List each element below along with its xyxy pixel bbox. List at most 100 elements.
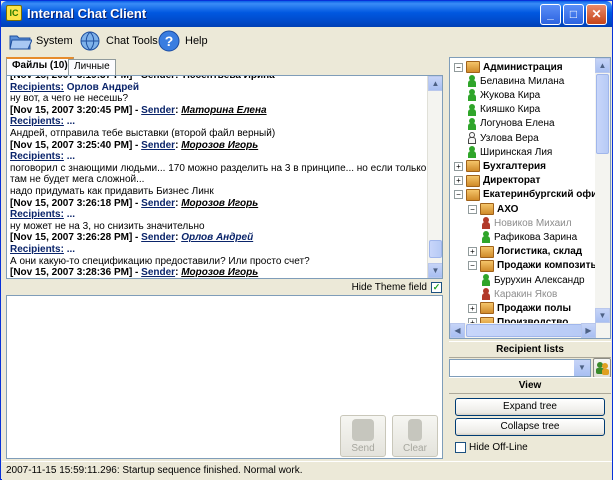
recipient-list-edit-button[interactable] [593, 358, 611, 378]
tree-contact[interactable]: Каракин Яков [482, 287, 557, 301]
help-menu-button[interactable]: ? Help [157, 29, 208, 53]
tree-group[interactable]: − Администрация [454, 60, 563, 74]
tree-contact[interactable]: Новиков Михаил [482, 216, 572, 230]
tab-personal[interactable]: Личные [68, 59, 116, 75]
recipients-value[interactable]: Орлов Андрей [67, 82, 139, 93]
message-time: [Nov 15, 2007 3:20:45 PM] [10, 104, 133, 116]
clear-label: Clear [403, 443, 427, 454]
recipients-label: Recipients: [10, 151, 64, 163]
sender-name-link[interactable]: Морозов Игорь [181, 198, 258, 209]
sender-name-link[interactable]: Орлов Андрей [181, 232, 253, 243]
tree-group[interactable]: − Екатеринбургский офис [454, 188, 603, 202]
tree-group[interactable]: − Продажи композиты [468, 259, 599, 273]
tree-contact[interactable]: Логунова Елена [468, 117, 555, 131]
send-label: Send [351, 443, 375, 454]
contact-name: Белавина Милана [480, 75, 565, 87]
contact-name: Жукова Кира [480, 89, 541, 101]
tree-scroll-up-button[interactable]: ▲ [595, 58, 610, 73]
scroll-down-button[interactable]: ▼ [428, 263, 442, 278]
collapse-icon[interactable]: − [454, 62, 463, 72]
chevron-down-icon[interactable]: ▼ [574, 360, 590, 376]
view-header: View [449, 377, 611, 394]
chat-line: Recipients: ... [10, 244, 430, 256]
minimize-button[interactable]: _ [540, 4, 561, 25]
hide-theme-checkbox[interactable]: ✓ [431, 282, 442, 293]
sender-name-link[interactable]: Морозов Игорь [181, 140, 258, 151]
maximize-button[interactable]: □ [563, 4, 584, 25]
sender-label: Sender [141, 267, 176, 279]
recipients-value[interactable]: ... [67, 116, 75, 127]
user-status-icon [482, 274, 490, 286]
compose-area[interactable]: Send Clear [6, 295, 443, 459]
chat-scrollbar[interactable]: ▲ ▼ [427, 76, 442, 278]
sender-name-link[interactable]: Маторина Елена [181, 105, 266, 116]
collapse-icon[interactable]: − [454, 190, 463, 200]
sender-label: Sender [141, 139, 176, 151]
tree-scrollbar[interactable]: ▲ ▼ [595, 58, 610, 338]
chat-tools-menu-button[interactable]: Chat Tools [78, 29, 158, 53]
user-status-icon [482, 288, 490, 301]
tree-contact[interactable]: Белавина Милана [468, 74, 564, 88]
tree-group[interactable]: + Бухгалтерия [454, 159, 546, 173]
chat-log[interactable]: [Nov 15, 2007 3:19:37 PM] - Sender: Тюсе… [6, 75, 443, 279]
tree-contact[interactable]: Ширинская Лия [468, 145, 552, 159]
tree-contact[interactable]: Кияшко Кира [468, 103, 540, 117]
contact-name: Новиков Михаил [494, 217, 572, 229]
expand-tree-button[interactable]: Expand tree [455, 398, 605, 416]
hide-theme-row: Hide Theme field ✓ [6, 281, 443, 295]
scroll-up-button[interactable]: ▲ [428, 76, 442, 91]
user-status-icon [468, 75, 476, 88]
app-window: IC Internal Chat Client _ □ ✕ System Cha… [0, 0, 613, 480]
title-bar[interactable]: IC Internal Chat Client _ □ ✕ [1, 1, 612, 27]
tree-scroll-down-button[interactable]: ▼ [595, 308, 610, 323]
user-status-icon [468, 132, 476, 144]
tree-contact[interactable]: Бурухин Александр [482, 273, 585, 287]
contacts-tree[interactable]: − Администрация Белавина Милана Жукова Кира… [449, 57, 611, 339]
expand-icon[interactable]: + [454, 176, 463, 186]
tree-group[interactable]: + Продажи полы [468, 301, 571, 315]
message-text: ну вот, а чего не несешь? [10, 93, 129, 105]
collapse-tree-button[interactable]: Collapse tree [455, 418, 605, 436]
sender-name-link[interactable]: Морозов Игорь [181, 267, 258, 278]
message-text: поговорил с знающими людьми... 170 можно… [10, 162, 430, 174]
tree-scroll-left-button[interactable]: ◀ [450, 323, 465, 338]
scroll-thumb[interactable] [429, 240, 442, 258]
chat-line: [Nov 15, 2007 3:20:45 PM] - Sender: Мато… [10, 105, 430, 117]
collapse-icon[interactable]: − [468, 261, 477, 271]
message-separator: - [132, 197, 142, 209]
tree-group[interactable]: − АХО [468, 202, 518, 216]
tree-contact[interactable]: Рафикова Зарина [482, 230, 577, 244]
send-button[interactable]: Send [340, 415, 386, 457]
recipients-label: Recipients: [10, 243, 64, 255]
tree-scroll-right-button[interactable]: ▶ [581, 323, 596, 338]
recipient-list-select[interactable]: ▼ [449, 359, 591, 377]
recipients-value[interactable]: ... [67, 244, 75, 255]
system-menu-button[interactable]: System [8, 29, 73, 53]
contact-name: Рафикова Зарина [494, 231, 578, 243]
clear-button[interactable]: Clear [392, 415, 438, 457]
users-icon [596, 362, 609, 375]
tree-contact[interactable]: Жукова Кира [468, 88, 540, 102]
group-folder-icon [466, 61, 480, 73]
message-time: [Nov 15, 2007 3:25:40 PM] [10, 139, 133, 151]
recipients-value[interactable]: ... [67, 209, 75, 220]
help-icon: ? [157, 30, 181, 52]
expand-icon[interactable]: + [468, 303, 477, 313]
tree-hscroll-thumb[interactable] [466, 324, 586, 337]
message-separator: - [132, 267, 142, 279]
tree-scroll-thumb[interactable] [596, 74, 609, 154]
tree-contact[interactable]: Узлова Вера [468, 131, 539, 145]
tree-group[interactable]: + Директорат [454, 174, 540, 188]
recipients-value[interactable]: ... [67, 151, 75, 162]
expand-icon[interactable]: + [468, 247, 477, 257]
group-label: Продажи композиты [497, 260, 600, 272]
expand-icon[interactable]: + [454, 161, 463, 171]
user-status-icon [482, 217, 490, 230]
hide-offline-checkbox[interactable] [455, 442, 466, 453]
tree-group[interactable]: + Логистика, склад [468, 245, 582, 259]
tree-hscrollbar[interactable]: ◀ ▶ [450, 323, 610, 338]
globe-icon [78, 30, 102, 52]
tab-files[interactable]: Файлы (10) [6, 57, 74, 75]
close-button[interactable]: ✕ [586, 4, 607, 25]
collapse-icon[interactable]: − [468, 204, 477, 214]
